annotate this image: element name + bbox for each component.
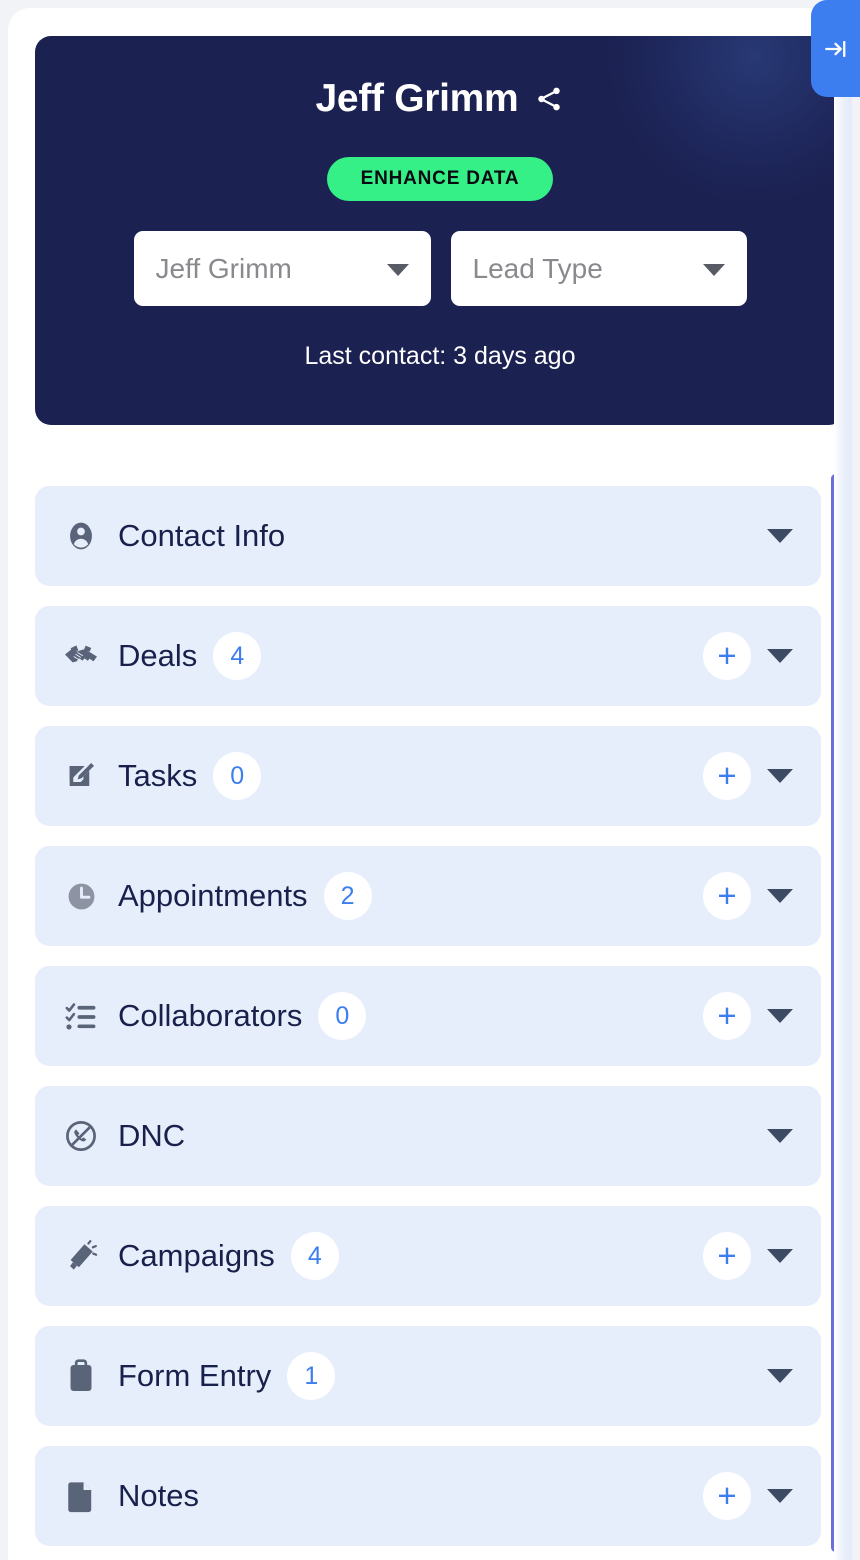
section-actions	[763, 512, 797, 560]
do-not-call-icon	[63, 1118, 99, 1154]
section-label: Tasks	[118, 758, 198, 793]
chevron-down-icon[interactable]	[763, 1112, 797, 1160]
section-label: Collaborators	[118, 998, 303, 1033]
last-contact-text: Last contact: 3 days ago	[304, 342, 576, 370]
add-notes-button[interactable]: +	[703, 1472, 751, 1520]
section-actions: +	[703, 1232, 797, 1280]
chevron-down-icon[interactable]	[763, 512, 797, 560]
section-actions: +	[703, 632, 797, 680]
contact-header-card: Jeff Grimm ENHANCE DATA Jeff Grimm Lead …	[35, 36, 845, 425]
section-count-badge: 0	[318, 992, 367, 1040]
section-actions: +	[703, 992, 797, 1040]
section-row-dnc[interactable]: DNC	[35, 1086, 821, 1186]
section-actions	[763, 1352, 797, 1400]
section-row-collaborators[interactable]: Collaborators 0 +	[35, 966, 821, 1066]
section-count-badge: 4	[290, 1232, 339, 1280]
section-actions: +	[703, 752, 797, 800]
chevron-down-icon[interactable]	[763, 752, 797, 800]
page-title: Jeff Grimm	[315, 77, 519, 120]
section-label: Notes	[118, 1478, 199, 1513]
section-row-tasks[interactable]: Tasks 0 +	[35, 726, 821, 826]
app-shell: Jeff Grimm ENHANCE DATA Jeff Grimm Lead …	[8, 8, 852, 1560]
section-count-badge: 0	[213, 752, 262, 800]
chevron-down-icon[interactable]	[763, 872, 797, 920]
clipboard-icon	[63, 1358, 99, 1394]
chevron-down-icon[interactable]	[763, 1352, 797, 1400]
section-list: Contact Info Deals 4 + Tasks 0 + Appointments 2 +…	[35, 486, 821, 1560]
add-campaigns-button[interactable]: +	[703, 1232, 751, 1280]
section-label: Form Entry	[118, 1358, 272, 1393]
section-actions	[763, 1112, 797, 1160]
section-label: Contact Info	[118, 518, 286, 553]
add-collaborators-button[interactable]: +	[703, 992, 751, 1040]
share-icon[interactable]	[534, 84, 564, 114]
section-row-form-entry[interactable]: Form Entry 1	[35, 1326, 821, 1426]
contact-owner-value: Jeff Grimm	[155, 252, 292, 284]
user-circle-icon	[63, 518, 99, 554]
chevron-down-icon[interactable]	[763, 1232, 797, 1280]
lead-type-value: Lead Type	[472, 252, 603, 284]
clock-icon	[63, 878, 99, 914]
section-label: DNC	[118, 1118, 186, 1153]
collapse-panel-button[interactable]	[811, 0, 860, 97]
megaphone-icon	[63, 1238, 99, 1274]
pencil-square-icon	[63, 758, 99, 794]
chevron-down-icon[interactable]	[763, 1472, 797, 1520]
add-deals-button[interactable]: +	[703, 632, 751, 680]
enhance-data-button[interactable]: ENHANCE DATA	[326, 157, 554, 201]
section-row-campaigns[interactable]: Campaigns 4 +	[35, 1206, 821, 1306]
section-actions: +	[703, 1472, 797, 1520]
section-count-badge: 1	[287, 1352, 336, 1400]
add-appointments-button[interactable]: +	[703, 872, 751, 920]
checklist-icon	[63, 998, 99, 1034]
chevron-down-icon[interactable]	[763, 632, 797, 680]
handshake-icon	[63, 638, 99, 674]
chevron-down-icon	[702, 263, 725, 276]
section-count-badge: 4	[213, 632, 262, 680]
section-label: Campaigns	[118, 1238, 275, 1273]
chevron-down-icon	[386, 263, 409, 276]
section-label: Appointments	[118, 878, 308, 913]
section-label: Deals	[118, 638, 198, 673]
header-selects-row: Jeff Grimm Lead Type	[35, 231, 845, 306]
chevron-down-icon[interactable]	[763, 992, 797, 1040]
arrow-right-to-line-icon	[824, 40, 845, 57]
section-actions: +	[703, 872, 797, 920]
document-icon	[63, 1478, 99, 1514]
section-row-notes[interactable]: Notes +	[35, 1446, 821, 1546]
contact-owner-select[interactable]: Jeff Grimm	[133, 231, 431, 306]
section-row-deals[interactable]: Deals 4 +	[35, 606, 821, 706]
contact-title-row: Jeff Grimm	[35, 79, 845, 118]
lead-type-select[interactable]: Lead Type	[450, 231, 747, 306]
section-count-badge: 2	[323, 872, 372, 920]
add-tasks-button[interactable]: +	[703, 752, 751, 800]
section-row-contact-info[interactable]: Contact Info	[35, 486, 821, 586]
section-row-appointments[interactable]: Appointments 2 +	[35, 846, 821, 946]
